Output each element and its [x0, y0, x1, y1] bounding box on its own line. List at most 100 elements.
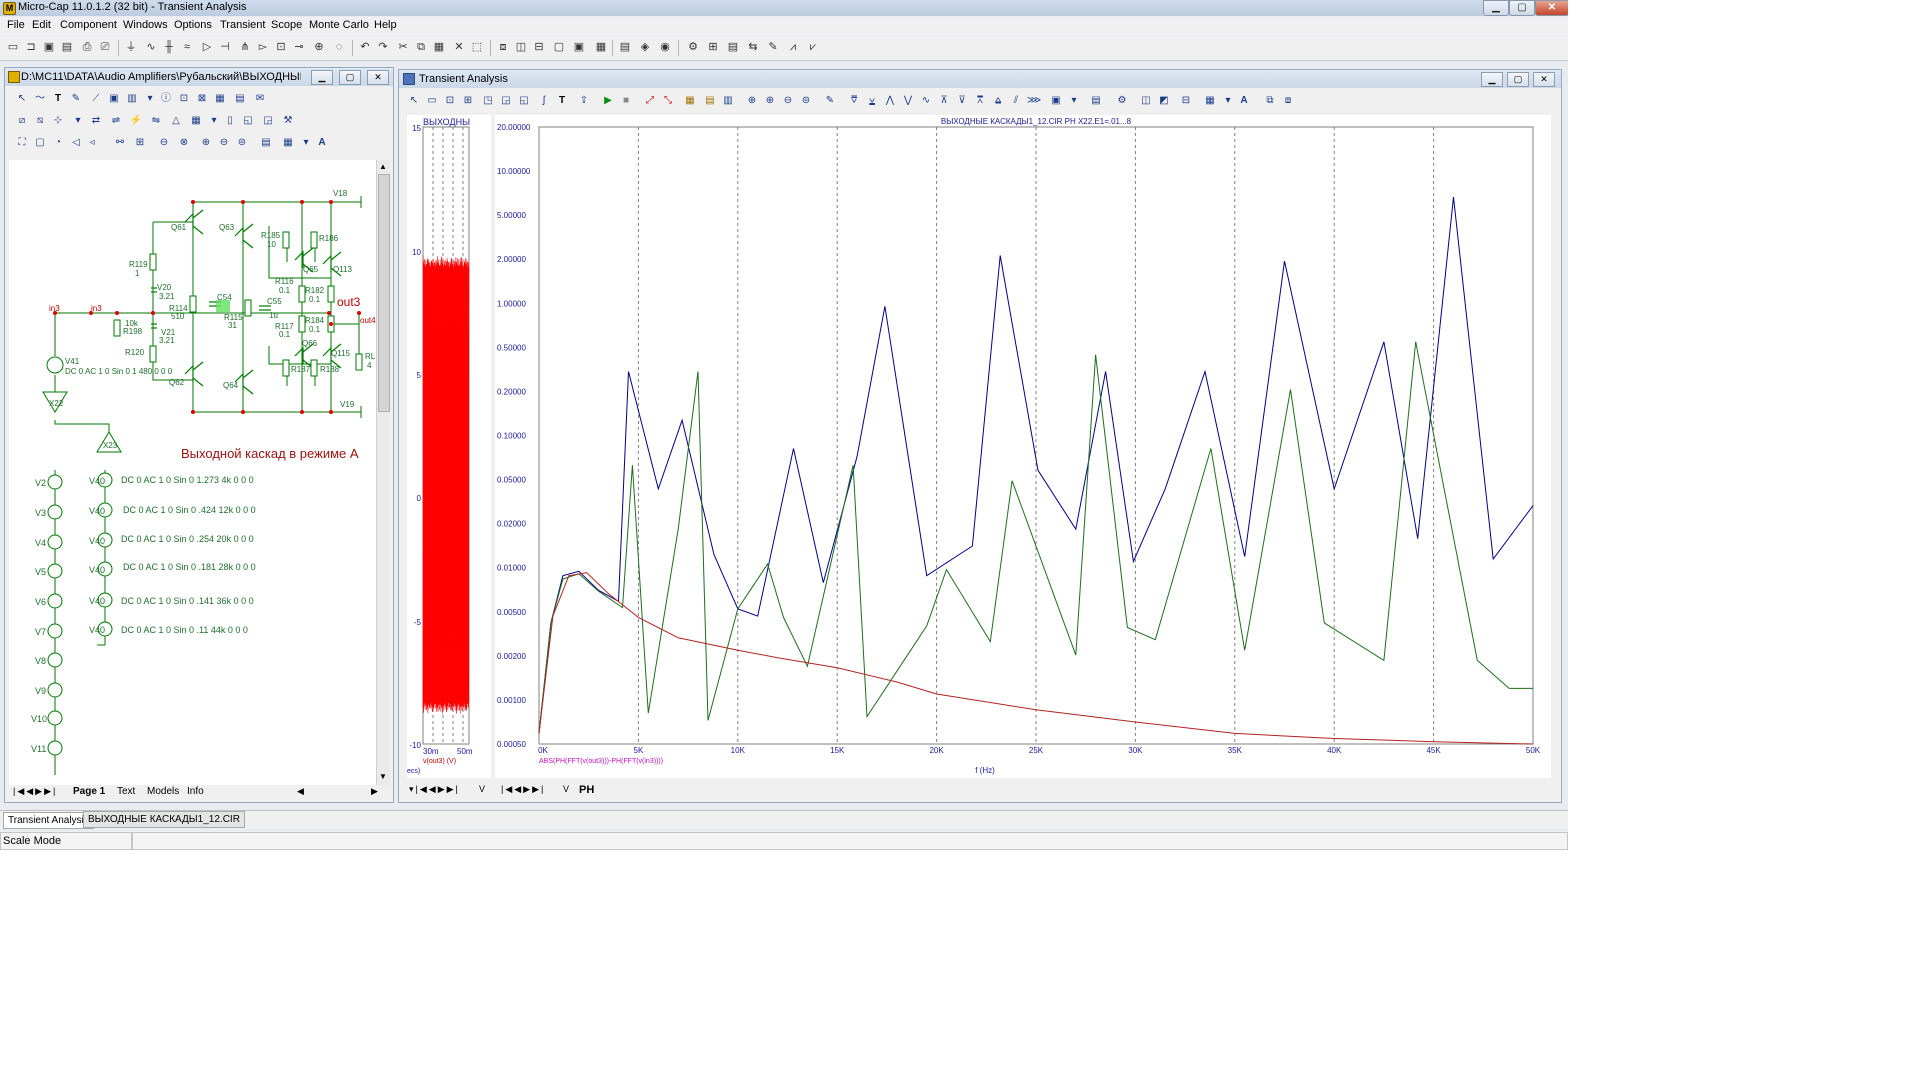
menu-transient[interactable]: Transient — [220, 19, 265, 31]
stop-icon[interactable]: ◔ — [51, 136, 65, 150]
undo-icon[interactable]: ↶ — [358, 40, 372, 54]
page-nav-arrows-icon[interactable]: |◀◀▶▶| — [13, 786, 57, 797]
print-preview-icon[interactable]: ⎙ — [80, 40, 94, 54]
save-icon[interactable]: ▣ — [42, 40, 56, 54]
save-all-icon[interactable]: ▤ — [60, 40, 74, 54]
tools-icon[interactable]: ✎ — [766, 40, 780, 54]
battery-icon[interactable]: ⊣ — [218, 40, 232, 54]
doc-tab-circuit[interactable]: ВЫХОДНЫЕ КАСКАДЫ1_12.CIR — [83, 811, 245, 828]
npn-icon[interactable]: ⋔ — [238, 40, 252, 54]
print-icon[interactable]: ⎚ — [98, 40, 112, 54]
analysis-close-icon[interactable]: ✕ — [1533, 72, 1555, 87]
menu-windows[interactable]: Windows — [123, 19, 168, 31]
power-icon[interactable]: ⚡ — [129, 114, 143, 128]
text-tool-icon[interactable]: T — [51, 92, 65, 106]
tab-ph[interactable]: PH — [579, 784, 594, 796]
stepping-icon[interactable]: ⇆ — [746, 40, 760, 54]
page-3-icon[interactable]: ◲ — [261, 114, 275, 128]
menu-scope[interactable]: Scope — [271, 19, 302, 31]
plot-2-icon[interactable]: ⩗ — [806, 40, 820, 54]
a-format-icon[interactable]: ⊟ — [1179, 94, 1193, 108]
a-box-icon[interactable]: ⊡ — [443, 94, 457, 108]
flip-icon[interactable]: ⇄ — [89, 114, 103, 128]
time-plot-pane[interactable]: ВЫХОДНЫ 15 10 5 0 -5 -10 30m 50m ecs) v(… — [407, 115, 491, 778]
menu-options[interactable]: Options — [174, 19, 212, 31]
tab-models[interactable]: Models — [147, 786, 179, 797]
window-icon[interactable]: ▢ — [552, 40, 566, 54]
back-2-icon[interactable]: ◃ — [85, 136, 99, 150]
a-text-icon[interactable]: T — [555, 94, 569, 108]
maximize-icon[interactable]: ▢ — [1509, 0, 1535, 16]
minimize-icon[interactable]: ▁ — [1483, 0, 1509, 16]
a-font-icon[interactable]: A — [1237, 94, 1251, 108]
open-folder-icon[interactable]: ⊐ — [24, 40, 38, 54]
triangle-icon[interactable]: △ — [169, 114, 183, 128]
table-icon[interactable]: ▦ — [189, 114, 203, 128]
a-export-icon[interactable]: ⇪ — [577, 94, 591, 108]
menu-help[interactable]: Help — [374, 19, 397, 31]
binoculars-icon[interactable]: ⚯ — [113, 136, 127, 150]
dropdown-4-icon[interactable]: ▾ — [299, 136, 313, 150]
a-sync-icon[interactable]: ⤢ — [643, 94, 657, 108]
properties-icon[interactable]: ⊞ — [706, 40, 720, 54]
a-inflection-icon[interactable]: ∿ — [919, 94, 933, 108]
tab-info[interactable]: Info — [187, 786, 204, 797]
copy-icon[interactable]: ⧉ — [414, 40, 428, 54]
note-icon[interactable]: ✉ — [253, 92, 267, 106]
a-note-2-icon[interactable]: ▤ — [703, 94, 717, 108]
menu-file[interactable]: File — [7, 19, 25, 31]
info-icon[interactable]: ⓘ — [159, 92, 173, 106]
a-zoom-out-icon[interactable]: ⊖ — [781, 94, 795, 108]
a-go-icon[interactable]: ⋙ — [1027, 94, 1041, 108]
a-tokens-icon[interactable]: ⚙ — [1115, 94, 1129, 108]
a-peak-icon[interactable]: ⩢ — [847, 94, 861, 108]
zoom-out-icon[interactable]: ⊖ — [217, 136, 231, 150]
fft-plot-pane[interactable]: 20.00000 10.00000 5.00000 2.00000 1.00000 0.5… — [495, 115, 1551, 778]
flag-icon[interactable]: ⊕ — [312, 40, 326, 54]
limits-icon[interactable]: ▤ — [726, 40, 740, 54]
fit-icon[interactable]: ⛶ — [15, 136, 29, 150]
cascade-icon[interactable]: ⧈ — [496, 40, 510, 54]
menu-monte-carlo[interactable]: Monte Carlo — [309, 19, 369, 31]
inductor-icon[interactable]: ≈ — [180, 40, 194, 54]
a-curve-icon[interactable]: ∫ — [537, 94, 551, 108]
a-zoom-all-icon[interactable]: ⊜ — [799, 94, 813, 108]
a-plot-2-icon[interactable]: ◩ — [1157, 94, 1171, 108]
circle-stop-icon[interactable]: ⊖ — [157, 136, 171, 150]
a-copy-2-icon[interactable]: ⧈ — [1281, 94, 1295, 108]
opamp-icon[interactable]: ▻ — [256, 40, 270, 54]
color-grid-icon[interactable]: ▦ — [281, 136, 295, 150]
ground-icon[interactable]: ⏚ — [124, 40, 138, 54]
a-bottom-icon[interactable]: ⩠ — [991, 94, 1005, 108]
pen-icon[interactable]: ✎ — [69, 92, 83, 106]
font-icon[interactable]: A — [315, 136, 329, 150]
plot-icon[interactable]: ⩘ — [786, 40, 800, 54]
fft-v-tab[interactable]: V — [563, 784, 569, 794]
probe-icon[interactable]: ⊠ — [195, 92, 209, 106]
schematic-hscroll-left-icon[interactable]: ◀ — [297, 786, 304, 797]
a-dropdown-2-icon[interactable]: ▾ — [1221, 94, 1235, 108]
select-arrow-icon[interactable]: ↖ — [15, 92, 29, 106]
dropdown-3-icon[interactable]: ▾ — [207, 114, 221, 128]
bulb-icon[interactable]: ◌ — [332, 40, 346, 54]
circle-close-icon[interactable]: ⊗ — [177, 136, 191, 150]
close-icon[interactable]: ✕ — [1535, 0, 1568, 16]
image-icon[interactable]: ▣ — [107, 92, 121, 106]
component-list-icon[interactable]: ▤ — [618, 40, 632, 54]
a-copy-icon[interactable]: ⧉ — [1263, 94, 1277, 108]
a-sync-2-icon[interactable]: ⤡ — [661, 94, 675, 108]
diode-icon[interactable]: ▷ — [200, 40, 214, 54]
schematic-canvas[interactable]: Q61 Q63 Q62 Q64 Q65 Q66 Q113 Q115 R119 1… — [9, 160, 376, 785]
menu-edit[interactable]: Edit — [32, 19, 51, 31]
analysis-minimize-icon[interactable]: ▁ — [1481, 72, 1503, 87]
tab-text[interactable]: Text — [117, 786, 135, 797]
tile-vertical-icon[interactable]: ◫ — [514, 40, 528, 54]
a-run-icon[interactable]: ▶ — [601, 94, 615, 108]
grid-icon[interactable]: ▦ — [213, 92, 227, 106]
node-numbers-icon[interactable]: ⧄ — [15, 114, 29, 128]
currents-icon[interactable]: ⊹ — [51, 114, 65, 128]
line-icon[interactable]: ⟋ — [89, 92, 103, 106]
help-icon[interactable]: ⊡ — [177, 92, 191, 106]
layers-icon[interactable]: ▤ — [259, 136, 273, 150]
a-table-icon[interactable]: ▤ — [1089, 94, 1103, 108]
